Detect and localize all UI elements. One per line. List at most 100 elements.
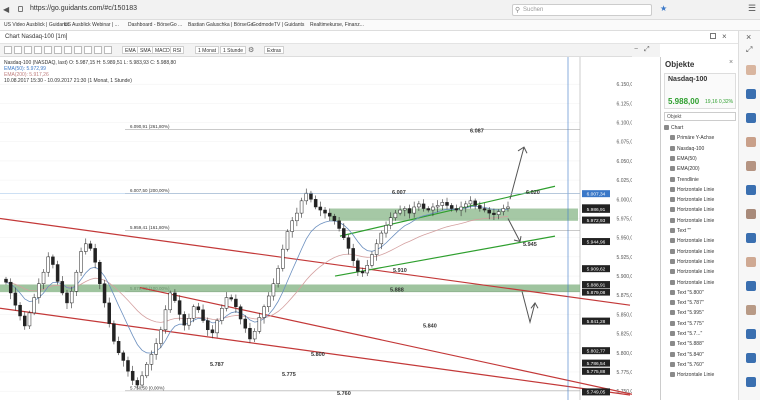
toolbar-rsi[interactable]: RSI xyxy=(170,46,185,54)
candle-body xyxy=(374,243,379,255)
tree-item[interactable]: Horizontale Linie xyxy=(670,216,714,226)
panel-close-icon[interactable]: × xyxy=(729,59,733,66)
expand-strip-icon[interactable]: ⤢ xyxy=(746,45,752,55)
tree-item[interactable]: Text "5.7..." xyxy=(670,329,702,339)
support-zone-lower[interactable] xyxy=(0,284,580,293)
tree-item-icon xyxy=(670,155,675,161)
expand-icon[interactable]: ⤢ xyxy=(644,46,650,54)
toolbar-extras[interactable]: Extras xyxy=(264,46,285,54)
eraser-tool-icon[interactable] xyxy=(104,46,112,54)
y-tick-label: 6.125,00 xyxy=(617,101,632,107)
bookmark-4[interactable]: Bastian Galuschka | BörseGo xyxy=(188,21,254,30)
app-icon-8[interactable] xyxy=(746,377,756,387)
app-icon-3[interactable] xyxy=(746,185,756,195)
tree-item[interactable]: Horizontale Linie xyxy=(670,247,714,257)
candle-body xyxy=(88,243,93,249)
back-icon[interactable]: ◀ xyxy=(3,5,9,14)
tree-item[interactable]: Horizontale Linie xyxy=(670,205,714,215)
tree-item-label: Trendlinie xyxy=(677,176,699,183)
tree-item[interactable]: Text "5.995" xyxy=(670,308,704,318)
bookmark-2[interactable]: US Ausblick Webinar | ... xyxy=(64,21,119,30)
instrument-name: Nasdaq-100 xyxy=(668,76,708,83)
tree-item[interactable]: Text "5.800" xyxy=(670,288,704,298)
app-icon-6[interactable] xyxy=(746,329,756,339)
candle-body xyxy=(238,306,243,320)
bookmark-1[interactable]: US Video Ausblick | Guidants xyxy=(4,21,69,30)
objects-panel: Objekte × Nasdaq-100 5.988,00 19,16 0,32… xyxy=(660,57,738,400)
app-icon-4[interactable] xyxy=(746,233,756,243)
tree-item[interactable]: Horizontale Linie xyxy=(670,267,714,277)
app-icon-2[interactable] xyxy=(746,113,756,123)
tree-item[interactable]: Nasdaq-100 xyxy=(670,144,704,154)
avatar-6[interactable] xyxy=(746,305,756,315)
annotation-label: 5.800 xyxy=(311,352,325,358)
tree-item[interactable]: Horizontale Linie xyxy=(670,257,714,267)
toolbar-interval[interactable]: 1 Stunde xyxy=(220,46,247,54)
tree-item[interactable]: Text "5.840" xyxy=(670,350,704,360)
tree-item[interactable]: Text "5.760" xyxy=(670,360,704,370)
minimize-icon[interactable]: − xyxy=(634,46,638,53)
cursor-tool-icon[interactable] xyxy=(4,46,12,54)
price-tag-label: 5.972,93 xyxy=(587,218,606,224)
zoom-tool-icon[interactable] xyxy=(24,46,32,54)
settings-icon[interactable]: ⚙ xyxy=(248,46,254,54)
bookmark-5[interactable]: GodmodeTV | Guidants xyxy=(252,21,304,30)
tree-item[interactable]: Text "5.775" xyxy=(670,319,704,329)
tree-item[interactable]: Horizontale Linie xyxy=(670,236,714,246)
avatar-4[interactable] xyxy=(746,209,756,219)
bookmark-3[interactable]: Dashboard - BörseGo ... xyxy=(128,21,182,30)
tree-item[interactable]: Text "" xyxy=(670,226,691,236)
menu-icon[interactable]: ☰ xyxy=(748,3,756,14)
avatar-5[interactable] xyxy=(746,257,756,267)
bookmark-6[interactable]: Realtimekurse, Finanz... xyxy=(310,21,364,30)
candle-body xyxy=(224,297,229,309)
avatar-3[interactable] xyxy=(746,161,756,171)
tree-item[interactable]: Horizontale Linie xyxy=(670,185,714,195)
channel-tool-icon[interactable] xyxy=(64,46,72,54)
toolbar-period[interactable]: 1 Monat xyxy=(195,46,220,54)
tree-item[interactable]: Primäre Y-Achse xyxy=(670,133,714,143)
instrument-box[interactable]: Nasdaq-100 5.988,00 19,16 0,32% xyxy=(664,73,736,109)
y-tick-label: 5.850,00 xyxy=(617,312,632,318)
window-close-icon[interactable]: × xyxy=(722,32,727,41)
support-zone-upper[interactable] xyxy=(330,208,578,221)
search-input[interactable]: ⚲ Suchen xyxy=(512,4,652,16)
tree-item-icon xyxy=(670,320,675,326)
line-tool-icon[interactable] xyxy=(54,46,62,54)
avatar-1[interactable] xyxy=(746,65,756,75)
red-trendline-steep[interactable] xyxy=(139,286,632,395)
bookmark-star-icon[interactable]: ★ xyxy=(660,4,667,13)
candle-body xyxy=(201,309,205,321)
y-tick-label: 5.775,00 xyxy=(617,370,632,376)
app-icon-7[interactable] xyxy=(746,353,756,363)
candle-body xyxy=(74,271,79,292)
rect-tool-icon[interactable] xyxy=(74,46,82,54)
tree-item[interactable]: Horizontale Linie xyxy=(670,370,714,380)
window-maximize-icon[interactable] xyxy=(710,33,716,39)
tree-item[interactable]: Horizontale Linie xyxy=(670,278,714,288)
price-chart[interactable]: 6.150,00 6.125,00 6.100,00 6.075,00 6.050,00… xyxy=(0,57,632,400)
draw-tool-icon[interactable] xyxy=(14,46,22,54)
tree-item[interactable]: EMA(50) xyxy=(670,154,697,164)
objekt-dropdown[interactable]: Objekt xyxy=(664,112,736,121)
tree-item[interactable]: Text "5.888" xyxy=(670,339,704,349)
text-tool-icon[interactable] xyxy=(34,46,42,54)
tree-item-icon xyxy=(670,372,675,378)
tree-item-label: Text "5.787" xyxy=(677,300,704,307)
candle-body xyxy=(93,248,97,263)
url-field[interactable]: https://go.guidants.com/#c/150183 xyxy=(30,5,137,12)
arrow-tool-icon[interactable] xyxy=(84,46,92,54)
app-icon-5[interactable] xyxy=(746,281,756,291)
fib-tool-icon[interactable] xyxy=(44,46,52,54)
tree-item[interactable]: Trendlinie xyxy=(670,175,699,185)
tree-item[interactable]: Horizontale Linie xyxy=(670,195,714,205)
tree-item[interactable]: Text "5.787" xyxy=(670,298,704,308)
tree-item[interactable]: EMA(200) xyxy=(670,164,700,174)
candle-body xyxy=(417,203,421,208)
app-icon-1[interactable] xyxy=(746,89,756,99)
avatar-2[interactable] xyxy=(746,137,756,147)
close-strip-icon[interactable]: × xyxy=(746,32,751,42)
tree-item[interactable]: Chart xyxy=(664,123,683,133)
chart-area[interactable]: Nasdaq-100 (NASDAQ, last) O: 5.987,15 H:… xyxy=(0,57,632,400)
hline-tool-icon[interactable] xyxy=(94,46,102,54)
